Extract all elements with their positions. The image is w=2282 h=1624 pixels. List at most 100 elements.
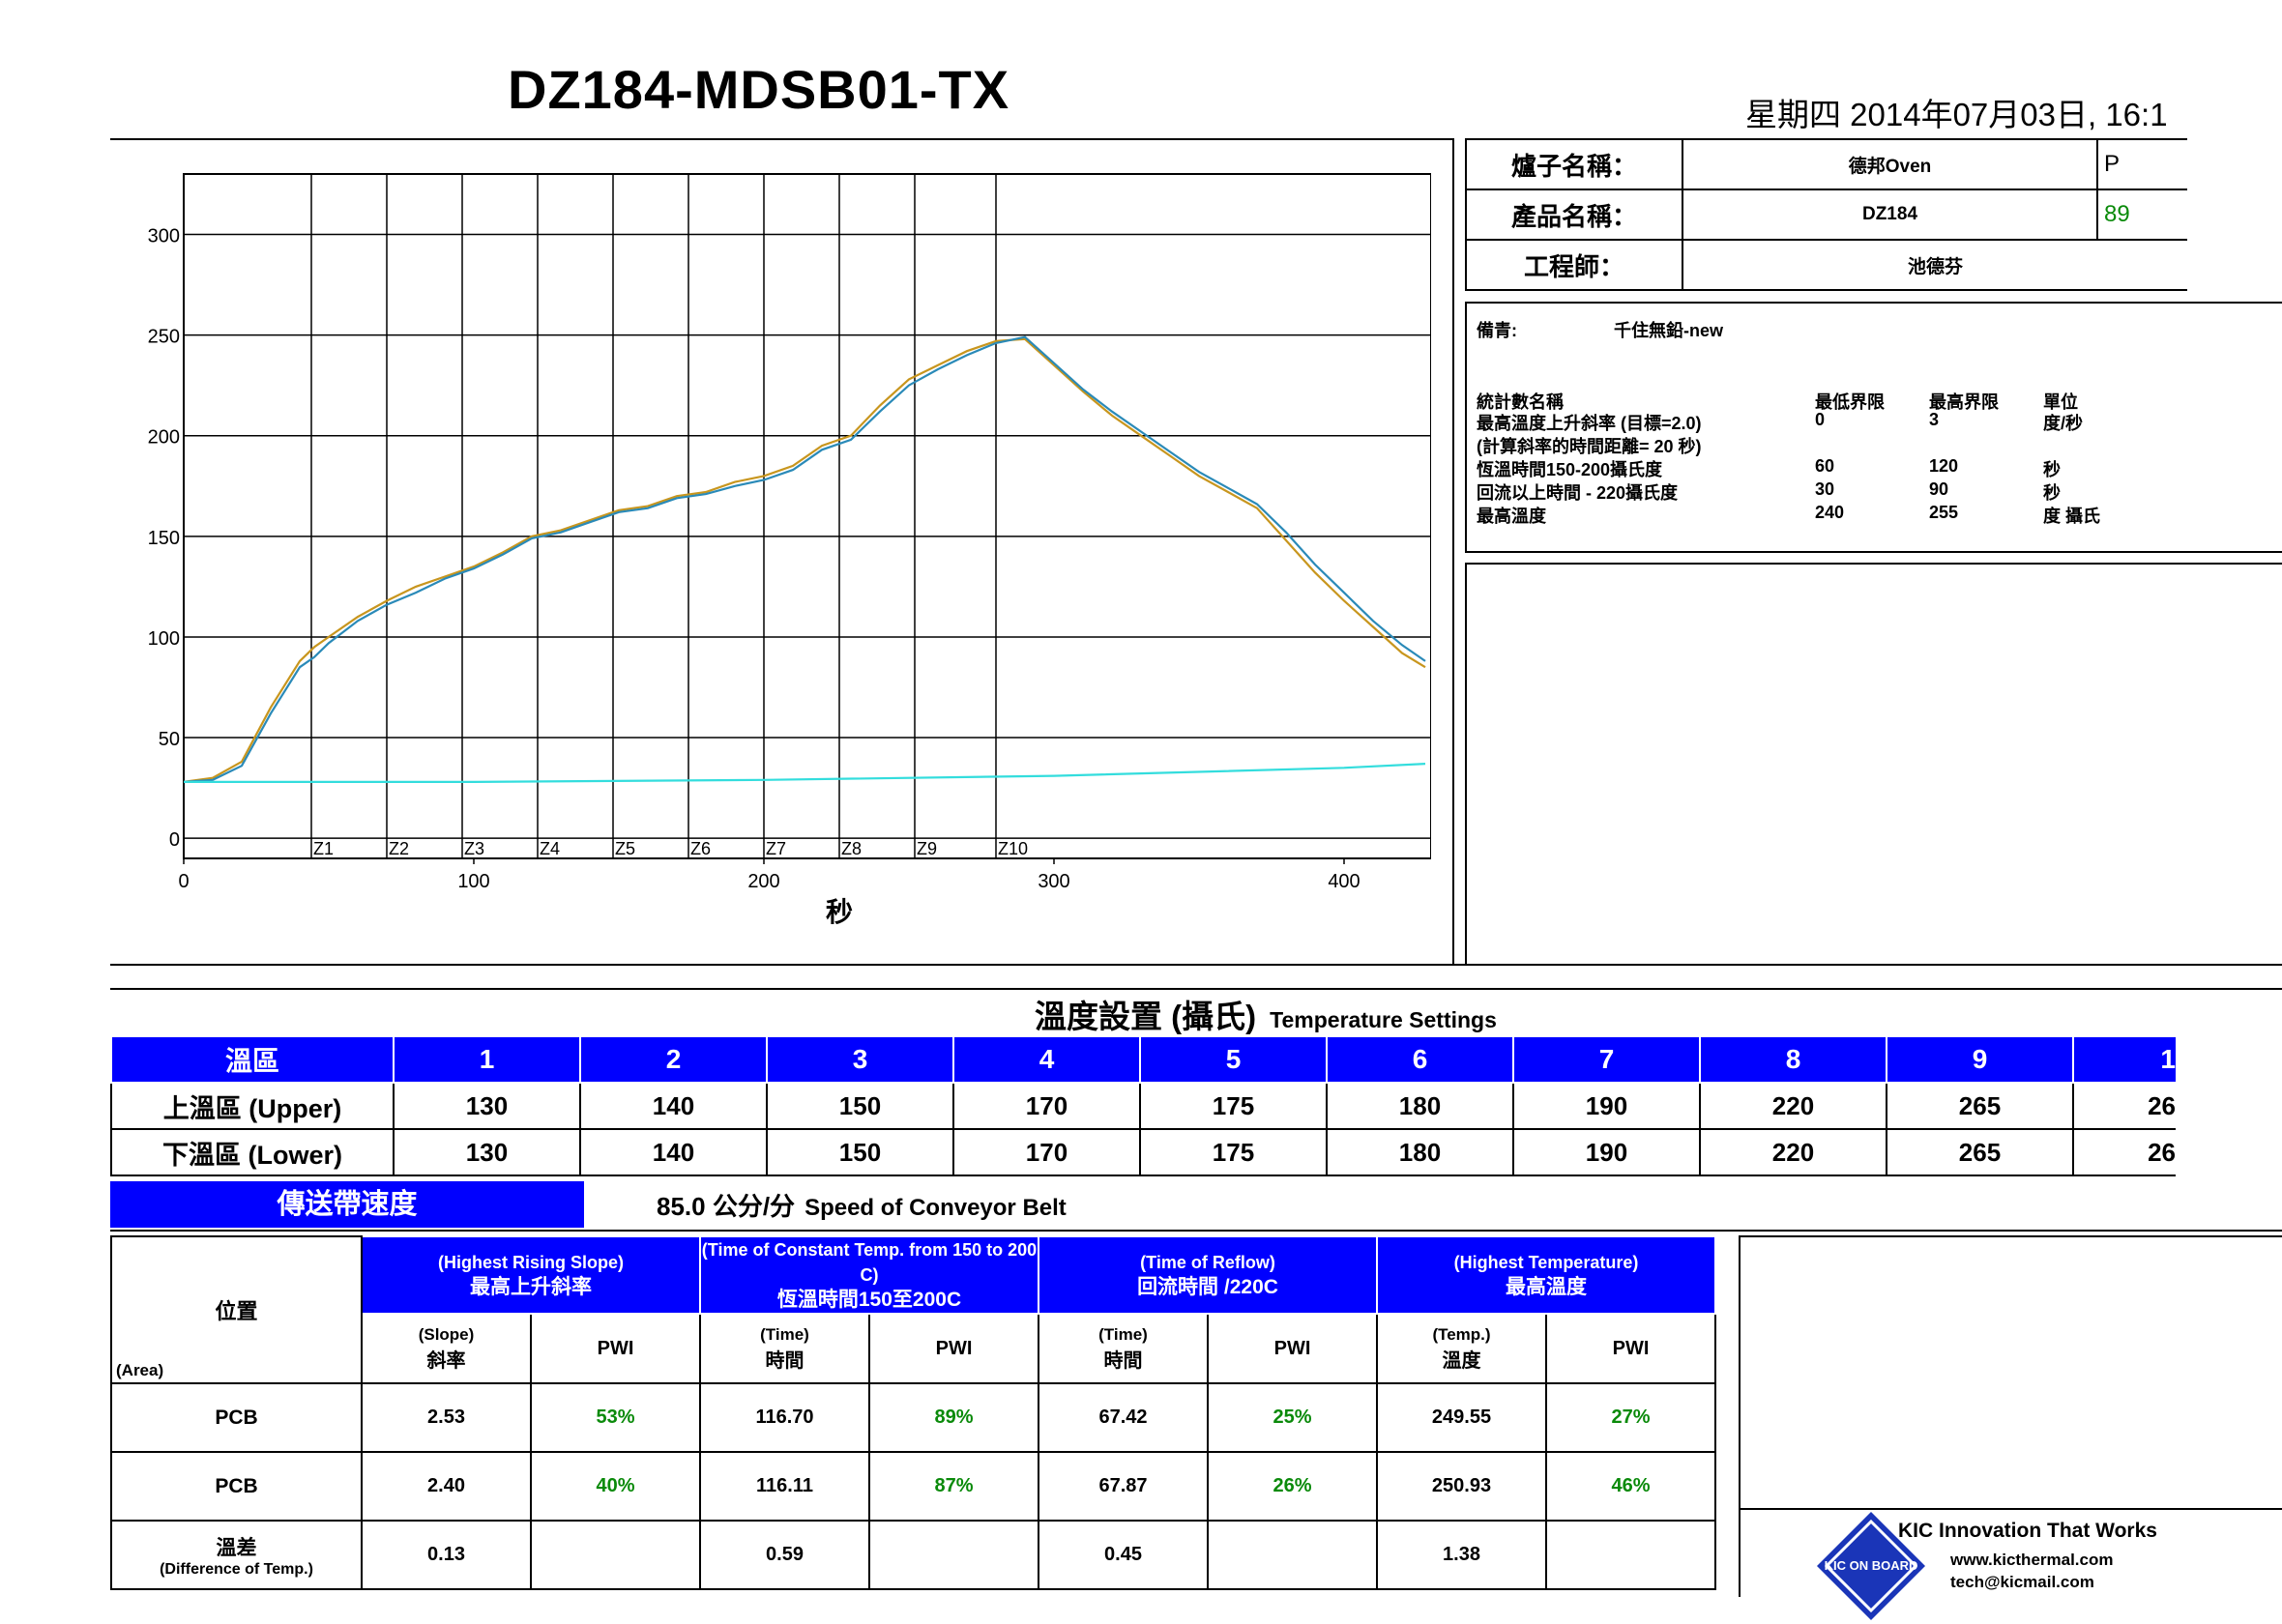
- temp-settings-title: 溫度設置 (攝氏) Temperature Settings: [1035, 991, 1497, 1037]
- upper-zone-temp: 220: [1699, 1082, 1887, 1130]
- upper-zone-temp: 140: [579, 1082, 768, 1130]
- chart-tick-labels: 0 50 100 150 200 250 300 0 100 200 300 400: [148, 225, 1360, 892]
- y-tick-label: 0: [169, 829, 180, 851]
- zone-header: 9: [1886, 1035, 2074, 1084]
- diff-value: 1.38: [1376, 1520, 1547, 1590]
- result-pwi: 46%: [1545, 1451, 1716, 1522]
- x-tick-label: 300: [1038, 871, 1069, 892]
- x-tick-label: 100: [457, 871, 489, 892]
- diff-label: 溫差: [216, 1536, 257, 1559]
- oven-value: 德邦Oven: [1682, 138, 2098, 190]
- result-subheader-en: (Time): [760, 1324, 809, 1344]
- stat-high: 255: [1929, 503, 1959, 522]
- result-value: 2.40: [361, 1451, 532, 1522]
- result-subheader-zh: 溫度: [1442, 1349, 1481, 1372]
- zone-header: 4: [952, 1035, 1141, 1084]
- settings-top-rule: [110, 988, 2282, 990]
- result-subheader: PWI: [868, 1313, 1039, 1384]
- lower-zone-temp: 180: [1326, 1128, 1514, 1176]
- x-axis-label: 秒: [826, 896, 853, 928]
- temp-settings-table: 溫區 1234567891 上溫區 (Upper) 130 140 150 170 17…: [110, 1035, 2176, 1176]
- stat-name: 回流以上時間 - 220攝氏度: [1477, 483, 1679, 503]
- upper-zone-temp: 175: [1139, 1082, 1328, 1130]
- kic-logo-text: KIC ON BOARD: [1825, 1558, 1918, 1573]
- group-header-slope-zh: 最高上升斜率: [470, 1276, 592, 1298]
- result-subheader-zh: 斜率: [426, 1349, 466, 1372]
- lower-zone-temp: 150: [766, 1128, 954, 1176]
- area-header-en: (Area): [116, 1361, 164, 1379]
- series-line-3: [184, 763, 1426, 783]
- stat-high: 90: [1929, 479, 1949, 499]
- result-pwi: 27%: [1545, 1382, 1716, 1453]
- diff-label-cell: 溫差 (Difference of Temp.): [110, 1520, 363, 1590]
- y-tick-label: 50: [159, 729, 180, 750]
- upper-zone-temp: 180: [1326, 1082, 1514, 1130]
- upper-zone-temp: 26: [2072, 1082, 2176, 1130]
- oven-extra: P: [2096, 138, 2187, 190]
- zone-label: Z2: [389, 839, 409, 858]
- diff-value: [868, 1520, 1039, 1590]
- lower-zone-temp: 170: [952, 1128, 1141, 1176]
- stat-high: 3: [1929, 410, 1940, 429]
- product-extra: 89: [2096, 188, 2187, 241]
- result-subheader: PWI: [1207, 1313, 1378, 1384]
- y-tick-label: 200: [148, 427, 180, 449]
- notes-box: 備青: 千住無鉛-new 統計數名稱 最低界限 最高界限 單位 最高溫度上升斜率…: [1465, 302, 2282, 553]
- lower-zone-temp: 130: [393, 1128, 581, 1176]
- result-subheader-zh: PWI: [597, 1337, 634, 1359]
- chart-zone-labels: Z1 Z2 Z3 Z4 Z5 Z6 Z7 Z8 Z9 Z10: [313, 839, 1028, 858]
- result-area: PCB: [110, 1451, 363, 1522]
- stat-low: 30: [1815, 479, 1835, 499]
- conveyor-speed-en: Speed of Conveyor Belt: [805, 1195, 1067, 1221]
- result-pwi: 40%: [530, 1451, 701, 1522]
- area-header: 位置 (Area): [110, 1235, 363, 1384]
- product-value: DZ184: [1682, 188, 2098, 241]
- document-title: DZ184-MDSB01-TX: [508, 59, 1010, 120]
- zone-label: Z7: [766, 839, 786, 858]
- zone-label: Z10: [998, 839, 1028, 858]
- zone-header: 1: [393, 1035, 581, 1084]
- result-value: 2.53: [361, 1382, 532, 1453]
- temperature-profile-chart: Z1 Z2 Z3 Z4 Z5 Z6 Z7 Z8 Z9 Z10 0 50 100 150 200 250 300…: [148, 173, 1431, 928]
- engineer-value: 池德芬: [1682, 239, 2187, 291]
- result-subheader: (Temp.) 溫度: [1376, 1313, 1547, 1384]
- group-header-soak-zh: 恆溫時間150至200C: [776, 1289, 962, 1311]
- conveyor-bottom-rule: [110, 1230, 2282, 1232]
- area-header-zh: 位置: [215, 1299, 258, 1323]
- zone-header: 2: [579, 1035, 768, 1084]
- upper-zone-temp: 265: [1886, 1082, 2074, 1130]
- stat-header-low: 最低界限: [1815, 392, 1885, 412]
- y-tick-label: 100: [148, 628, 180, 650]
- x-tick-label: 400: [1328, 871, 1360, 892]
- temp-settings-title-en: Temperature Settings: [1270, 1007, 1497, 1032]
- chart-grid: [183, 173, 1431, 864]
- group-header-reflow-en: (Time of Reflow): [1140, 1253, 1275, 1272]
- series-line-1: [183, 337, 1426, 783]
- x-tick-label: 0: [178, 871, 189, 892]
- series-line-2: [183, 335, 1426, 783]
- stat-low: 0: [1815, 410, 1826, 429]
- group-header-soak: (Time of Constant Temp. from 150 to 200 …: [699, 1235, 1039, 1315]
- zone-label: Z8: [841, 839, 862, 858]
- x-tick-label: 200: [747, 871, 779, 892]
- conveyor-speed-label: 傳送帶速度: [110, 1181, 584, 1228]
- zone-label: Z5: [615, 839, 635, 858]
- stat-low: 240: [1815, 503, 1845, 522]
- engineer-label: 工程師：: [1465, 239, 1683, 291]
- stat-name: 最高溫度上升斜率 (目標=2.0): [1477, 414, 1702, 433]
- chart-series: [183, 335, 1426, 783]
- kic-email: tech@kicmail.com: [1950, 1573, 2094, 1591]
- notes-label: 備青:: [1477, 321, 1517, 340]
- conveyor-speed-value: 85.0 公分/分 Speed of Conveyor Belt: [657, 1187, 1067, 1223]
- result-subheader: PWI: [530, 1313, 701, 1384]
- stat-low: 60: [1815, 456, 1835, 476]
- diff-value: 0.13: [361, 1520, 532, 1590]
- result-subheader-en: (Time): [1098, 1324, 1148, 1344]
- result-subheader: (Time) 時間: [1038, 1313, 1209, 1384]
- result-subheader-zh: PWI: [1612, 1337, 1650, 1359]
- lower-zone-temp: 140: [579, 1128, 768, 1176]
- lower-zone-temp: 26: [2072, 1128, 2176, 1176]
- zone-header: 1: [2072, 1035, 2176, 1084]
- upper-zone-temp: 130: [393, 1082, 581, 1130]
- result-subheader-zh: PWI: [1273, 1337, 1311, 1359]
